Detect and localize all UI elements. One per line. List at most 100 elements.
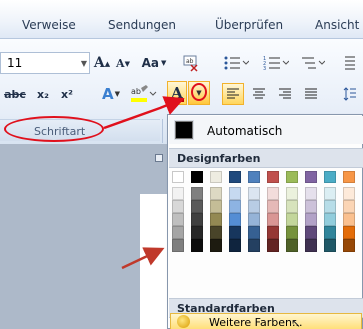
- theme-shade-swatch[interactable]: [324, 187, 336, 200]
- theme-shade-swatch[interactable]: [305, 226, 317, 239]
- svg-text:3: 3: [263, 66, 266, 71]
- theme-shade-swatch[interactable]: [229, 226, 241, 239]
- theme-shade-swatch[interactable]: [191, 213, 203, 226]
- color-wheel-icon: [177, 315, 190, 328]
- theme-shade-swatch[interactable]: [229, 200, 241, 213]
- theme-shade-swatch[interactable]: [343, 213, 355, 226]
- tab-ueberpruefen[interactable]: Überprüfen: [215, 18, 283, 32]
- theme-color-swatch[interactable]: [210, 171, 222, 183]
- theme-color-swatch[interactable]: [248, 171, 260, 183]
- theme-color-swatch[interactable]: [286, 171, 298, 183]
- chevron-down-icon[interactable]: ▼: [81, 59, 87, 68]
- theme-shade-swatch[interactable]: [305, 239, 317, 252]
- theme-shade-swatch[interactable]: [191, 239, 203, 252]
- theme-shade-swatch[interactable]: [248, 187, 260, 200]
- align-left-icon[interactable]: [222, 83, 244, 105]
- strikethrough-button[interactable]: abc: [0, 83, 30, 105]
- theme-shade-swatch[interactable]: [248, 213, 260, 226]
- theme-color-swatch[interactable]: [191, 171, 203, 183]
- theme-color-swatch[interactable]: [324, 171, 336, 183]
- theme-shade-swatch[interactable]: [343, 239, 355, 252]
- theme-shade-swatch[interactable]: [305, 213, 317, 226]
- theme-shade-swatch[interactable]: [172, 187, 184, 200]
- theme-shade-swatch[interactable]: [191, 200, 203, 213]
- align-right-icon[interactable]: [274, 83, 296, 105]
- align-center-icon[interactable]: [248, 83, 270, 105]
- theme-shade-swatch[interactable]: [343, 200, 355, 213]
- theme-shade-swatch[interactable]: [191, 226, 203, 239]
- svg-text:ab: ab: [131, 87, 141, 96]
- font-color-dropdown: Automatisch Designfarben Standardfarben …: [167, 114, 363, 329]
- theme-shade-swatch[interactable]: [305, 200, 317, 213]
- theme-shade-swatch[interactable]: [210, 226, 222, 239]
- theme-shade-swatch[interactable]: [343, 226, 355, 239]
- document-page[interactable]: [140, 194, 170, 329]
- svg-text:ab: ab: [186, 58, 194, 65]
- theme-shade-swatch[interactable]: [229, 239, 241, 252]
- clear-formatting-icon[interactable]: ab: [180, 52, 202, 74]
- theme-shade-swatch[interactable]: [286, 200, 298, 213]
- theme-shade-swatch[interactable]: [324, 226, 336, 239]
- theme-shade-swatch[interactable]: [248, 239, 260, 252]
- theme-color-swatch[interactable]: [305, 171, 317, 183]
- ruler-marker[interactable]: [155, 154, 163, 162]
- theme-shade-swatch[interactable]: [210, 239, 222, 252]
- theme-colors-label: Designfarben: [177, 152, 261, 165]
- theme-shade-swatch[interactable]: [324, 200, 336, 213]
- automatic-color-swatch: [174, 120, 194, 140]
- theme-shade-swatch[interactable]: [324, 239, 336, 252]
- theme-shade-swatch[interactable]: [248, 200, 260, 213]
- theme-shade-swatch[interactable]: [286, 187, 298, 200]
- theme-shade-swatch[interactable]: [191, 187, 203, 200]
- change-case-button[interactable]: Aa ▼: [136, 52, 172, 74]
- tab-verweise[interactable]: Verweise: [22, 18, 76, 32]
- theme-shade-swatch[interactable]: [286, 239, 298, 252]
- theme-shade-swatch[interactable]: [210, 187, 222, 200]
- highlight-color-icon[interactable]: ab: [128, 83, 158, 105]
- theme-color-swatch[interactable]: [172, 171, 184, 183]
- theme-shade-swatch[interactable]: [286, 213, 298, 226]
- theme-shade-swatch[interactable]: [267, 213, 279, 226]
- theme-color-swatch[interactable]: [267, 171, 279, 183]
- theme-shade-swatch[interactable]: [343, 187, 355, 200]
- subscript-button[interactable]: x₂: [33, 83, 53, 105]
- theme-shade-swatch[interactable]: [229, 213, 241, 226]
- line-spacing-icon[interactable]: [340, 83, 360, 105]
- superscript-button[interactable]: x²: [57, 83, 77, 105]
- theme-shade-swatch[interactable]: [267, 239, 279, 252]
- tab-ansicht[interactable]: Ansicht: [315, 18, 359, 32]
- bullet-list-icon[interactable]: [222, 52, 250, 74]
- theme-shade-swatch[interactable]: [172, 213, 184, 226]
- theme-shade-swatch[interactable]: [286, 226, 298, 239]
- annotation-circle: [191, 83, 207, 101]
- theme-color-swatch[interactable]: [229, 171, 241, 183]
- theme-shade-swatch[interactable]: [305, 187, 317, 200]
- tab-sendungen[interactable]: Sendungen: [108, 18, 176, 32]
- theme-shade-swatch[interactable]: [229, 187, 241, 200]
- theme-shade-swatch[interactable]: [210, 213, 222, 226]
- font-size-input[interactable]: 11 ▼: [0, 52, 90, 74]
- text-effects-icon[interactable]: A ▼: [96, 83, 126, 105]
- align-justify-icon[interactable]: [300, 83, 322, 105]
- font-color-button[interactable]: A: [167, 81, 187, 105]
- theme-shade-swatch[interactable]: [172, 239, 184, 252]
- shrink-font-icon[interactable]: A ▼: [114, 52, 132, 74]
- more-colors-button[interactable]: Weitere Farben... ↖: [170, 313, 362, 329]
- multilevel-list-icon[interactable]: [298, 52, 326, 74]
- numbered-list-icon[interactable]: 123: [262, 52, 290, 74]
- theme-color-swatch[interactable]: [343, 171, 355, 183]
- more-colors-label: Weitere Farben...: [209, 316, 303, 329]
- theme-shade-swatch[interactable]: [324, 213, 336, 226]
- grow-font-icon[interactable]: A ▲: [92, 52, 112, 74]
- indent-icon[interactable]: [340, 52, 360, 74]
- theme-shade-swatch[interactable]: [210, 200, 222, 213]
- automatic-color-option[interactable]: Automatisch: [169, 116, 363, 144]
- theme-shade-swatch[interactable]: [267, 200, 279, 213]
- mouse-cursor-icon: ↖: [291, 316, 302, 329]
- theme-shade-swatch[interactable]: [172, 226, 184, 239]
- theme-shade-swatch[interactable]: [172, 200, 184, 213]
- theme-shade-swatch[interactable]: [267, 226, 279, 239]
- theme-shade-swatch[interactable]: [267, 187, 279, 200]
- strikethrough-label: abc: [4, 87, 26, 101]
- theme-shade-swatch[interactable]: [248, 226, 260, 239]
